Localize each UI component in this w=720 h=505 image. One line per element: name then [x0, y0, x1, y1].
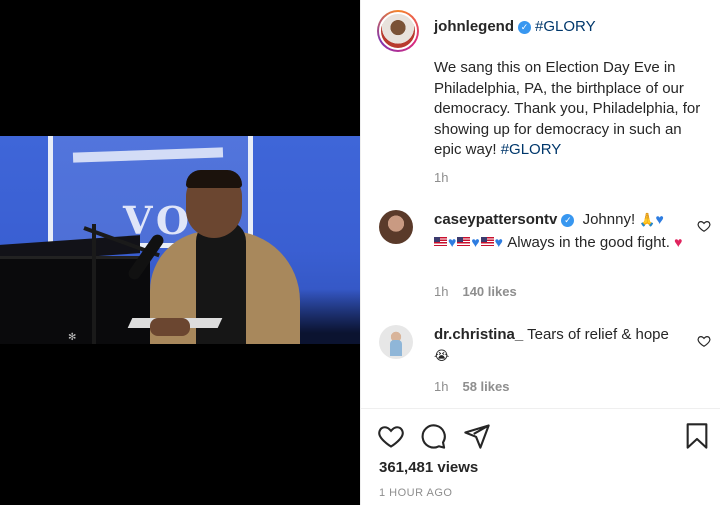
- action-bar: [377, 422, 713, 450]
- verified-badge-icon: ✓: [561, 214, 575, 227]
- performer-hands: [150, 318, 190, 336]
- crying-face-emoji-icon: 😭: [434, 348, 450, 364]
- verified-badge-icon: ✓: [518, 21, 531, 34]
- comment-username[interactable]: dr.christina_: [434, 326, 523, 343]
- folded-hands-emoji-icon: 🙏: [639, 213, 656, 228]
- comment-meta: 1h 58 likes: [434, 379, 509, 394]
- comment-text-mid: Always in the good fight.: [507, 233, 670, 251]
- section-divider: [361, 408, 720, 409]
- post-panel: johnlegend ✓ #GLORY We sang this on Electi…: [360, 0, 720, 505]
- commenter-avatar[interactable]: [379, 210, 413, 244]
- post-media: VOT ✻: [0, 0, 360, 505]
- heart-icon[interactable]: [377, 422, 405, 450]
- caption-text: We sang this on Election Day Eve in Phil…: [434, 59, 701, 158]
- performer-hair: [186, 170, 242, 188]
- red-heart-emoji-icon: ♥: [674, 233, 683, 250]
- commenter-avatar[interactable]: [379, 325, 413, 359]
- us-flag-emoji-icon: [434, 236, 447, 246]
- comment-item: dr.christina_ Tears of relief & hope 😭: [434, 325, 692, 367]
- us-flag-emoji-icon: [480, 236, 494, 246]
- author-avatar[interactable]: [377, 10, 419, 52]
- view-count[interactable]: 361,481 views: [379, 459, 478, 476]
- comment-text-start: Tears of relief & hope: [527, 326, 669, 343]
- comment-likes[interactable]: 140 likes: [462, 284, 516, 299]
- comment-icon[interactable]: [419, 422, 447, 450]
- us-flag-emoji-icon: [457, 236, 471, 246]
- share-icon[interactable]: [463, 422, 491, 450]
- blue-heart-emoji-icon: ♥: [655, 211, 664, 227]
- comment-time[interactable]: 1h: [434, 284, 448, 299]
- blue-heart-emoji-icon: ♥: [448, 233, 457, 250]
- comment-item: caseypattersontv ✓ Johnny! 🙏♥ ♥ ♥ ♥ Always …: [434, 209, 692, 253]
- piano: [0, 256, 150, 344]
- caption-time[interactable]: 1h: [434, 170, 448, 185]
- comment-username[interactable]: caseypattersontv: [434, 211, 557, 228]
- blue-heart-emoji-icon: ♥: [471, 233, 480, 250]
- comment-text-start: Johnny!: [582, 211, 636, 228]
- post-timestamp[interactable]: 1 HOUR AGO: [379, 487, 452, 499]
- mic-stand: [92, 224, 96, 344]
- comment-like-heart-icon[interactable]: [697, 219, 711, 233]
- comment-like-heart-icon[interactable]: [697, 334, 711, 348]
- bookmark-icon[interactable]: [683, 422, 711, 450]
- author-username[interactable]: johnlegend: [434, 18, 514, 35]
- blue-heart-emoji-icon: ♥: [494, 233, 503, 250]
- caption-hashtag[interactable]: #GLORY: [501, 141, 562, 158]
- post-caption: We sang this on Election Day Eve in Phil…: [434, 58, 702, 161]
- comment-likes[interactable]: 58 likes: [462, 379, 509, 394]
- comment-time[interactable]: 1h: [434, 379, 448, 394]
- video-player[interactable]: VOT ✻: [0, 136, 360, 344]
- header-hashtag[interactable]: #GLORY: [535, 18, 596, 35]
- comment-meta: 1h 140 likes: [434, 284, 517, 299]
- piano-logo-icon: ✻: [68, 332, 77, 343]
- post-header: johnlegend ✓ #GLORY: [434, 18, 596, 35]
